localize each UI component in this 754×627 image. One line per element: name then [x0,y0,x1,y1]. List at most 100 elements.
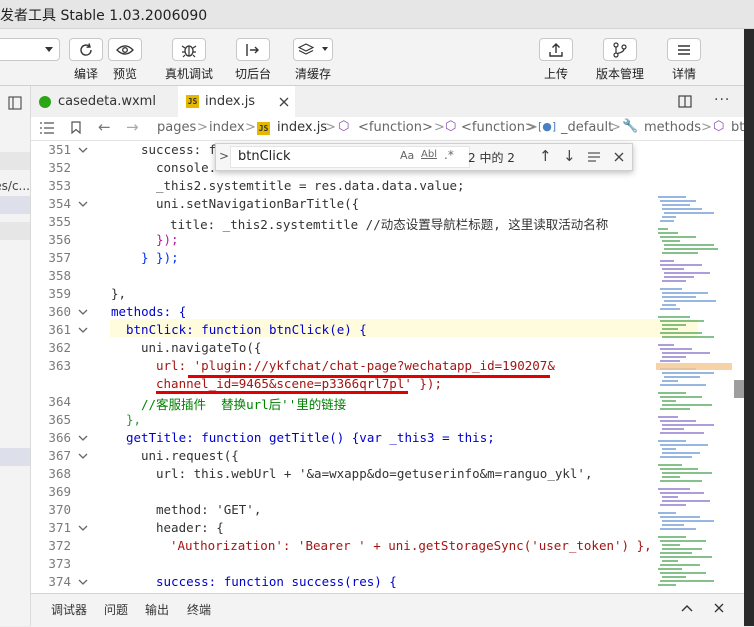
tab-index-js[interactable]: JS index.js [178,86,295,117]
js-file-icon: JS [257,122,270,135]
tab-casedeta-wxml[interactable]: casedeta.wxml [31,86,178,117]
scrollbar-thumb[interactable] [734,380,744,398]
eye-icon [116,44,134,55]
chevron-down-icon [322,47,328,51]
arrow-down-icon[interactable]: ↓ [563,147,576,165]
line-number: 374 [48,574,71,589]
remote-debug-button[interactable] [172,38,206,61]
regex-toggle[interactable]: .* [444,148,454,162]
match-case-toggle[interactable]: Aa [400,149,414,162]
preview-label: 预览 [112,67,138,81]
breadcrumb-item[interactable]: index.js [277,120,327,135]
code-line: } }); [141,250,179,265]
chevron-up-icon[interactable] [681,604,693,612]
explorer-row[interactable] [0,222,30,240]
tab-debugger[interactable]: 调试器 [51,601,87,618]
explorer-row-selected[interactable] [0,196,30,214]
code-editor[interactable]: 351 352 353 354 355 356 357 358 359 360 … [31,141,744,593]
bookmark-icon[interactable] [71,121,81,134]
find-in-selection-icon[interactable] [587,151,601,163]
variable-icon: [●] [538,120,557,133]
line-number: 362 [48,340,71,355]
fold-chevron-icon[interactable] [77,576,89,588]
explorer-row[interactable] [0,152,30,170]
cube-icon: ⬡ [713,119,725,134]
upload-button[interactable] [539,38,573,61]
code-line: }, [126,412,142,427]
explorer-row-selected[interactable] [0,448,30,466]
background-button[interactable] [236,38,270,61]
file-explorer: es/c... [0,86,31,626]
code-line: uni.request({ [141,448,239,463]
breadcrumb-item[interactable]: index [209,120,245,135]
line-number: 357 [48,250,71,265]
split-editor-icon[interactable] [678,95,692,108]
split-panel-icon[interactable] [8,96,22,110]
breadcrumb-item[interactable]: <function> [358,120,433,135]
tab-problems[interactable]: 问题 [104,601,128,618]
cube-icon: ⬡ [445,119,457,134]
preview-button[interactable] [108,38,142,61]
code-line: url: this.webUrl + '&a=wxapp&do=getuseri… [156,466,593,481]
code-line: url: 'plugin://ykfchat/chat-page?wechata… [156,358,555,373]
breadcrumb-item[interactable]: methods [644,120,701,135]
upload-label: 上传 [543,67,569,81]
breadcrumb-item[interactable]: _default [561,120,613,135]
mode-select[interactable] [0,38,60,61]
fold-chevron-icon[interactable] [77,432,89,444]
explorer-row[interactable]: es/c... [0,178,30,196]
close-icon[interactable] [279,97,289,107]
forward-icon[interactable]: → [126,118,139,136]
fold-chevron-icon[interactable] [77,198,89,210]
breadcrumb-item[interactable]: bt [731,120,744,135]
refresh-icon [80,42,92,56]
code-line: uni.navigateTo({ [141,340,262,355]
menu-icon [678,44,690,55]
tab-label: index.js [205,94,256,109]
code-line: _this2.systemtitle = res.data.data.value… [156,178,465,193]
expand-replace-icon[interactable]: > [219,149,229,163]
line-number: 354 [48,196,71,211]
fold-chevron-icon[interactable] [77,450,89,462]
back-icon[interactable]: ← [98,118,111,136]
version-button[interactable] [603,38,637,61]
clear-cache-button[interactable] [293,38,333,61]
close-icon[interactable] [614,152,624,162]
line-number: 365 [48,412,71,427]
line-number: 360 [48,304,71,319]
tab-terminal[interactable]: 终端 [187,601,211,618]
fold-chevron-icon[interactable] [77,144,89,156]
whole-word-toggle[interactable]: Abl [421,149,437,160]
code-line: uni.setNavigationBarTitle({ [156,196,360,211]
line-number: 359 [48,286,71,301]
fold-chevron-icon[interactable] [77,324,89,336]
tab-label: casedeta.wxml [58,94,156,109]
fold-chevron-icon[interactable] [77,522,89,534]
fold-chevron-icon[interactable] [77,306,89,318]
breadcrumb-item[interactable]: <function> [461,120,536,135]
tab-output[interactable]: 输出 [145,601,169,618]
bug-icon [181,44,197,57]
minimap[interactable] [656,193,732,593]
details-button[interactable] [667,38,701,61]
close-icon[interactable] [714,603,724,613]
window-edge [744,29,754,626]
line-number: 361 [48,322,71,337]
breadcrumb-item[interactable]: pages [157,120,196,135]
code-line: }, [111,286,127,301]
switch-background-icon [246,43,259,56]
code-line: channel_id=9465&scene=p3366qrl7pl' }); [156,376,442,391]
more-actions-icon[interactable]: ··· [714,92,730,108]
code-line: getTitle: function getTitle() {var _this… [126,430,495,445]
list-icon[interactable] [40,122,54,134]
code-line: title: _this2.systemtitle //动态设置导航栏标题, 这… [170,217,609,232]
line-number: 355 [48,214,71,229]
line-number: 369 [48,484,71,499]
js-file-icon: JS [186,95,199,108]
compile-button[interactable] [69,38,103,61]
line-number: 356 [48,232,71,247]
breadcrumb: ← → pages > index > JS index.js > ⬡ <fun… [31,117,744,141]
arrow-up-icon[interactable]: ↑ [539,147,552,165]
find-widget: > btnClick Aa Abl .* 2 中的 2 ↑ ↓ [215,143,633,171]
line-number: 368 [48,466,71,481]
